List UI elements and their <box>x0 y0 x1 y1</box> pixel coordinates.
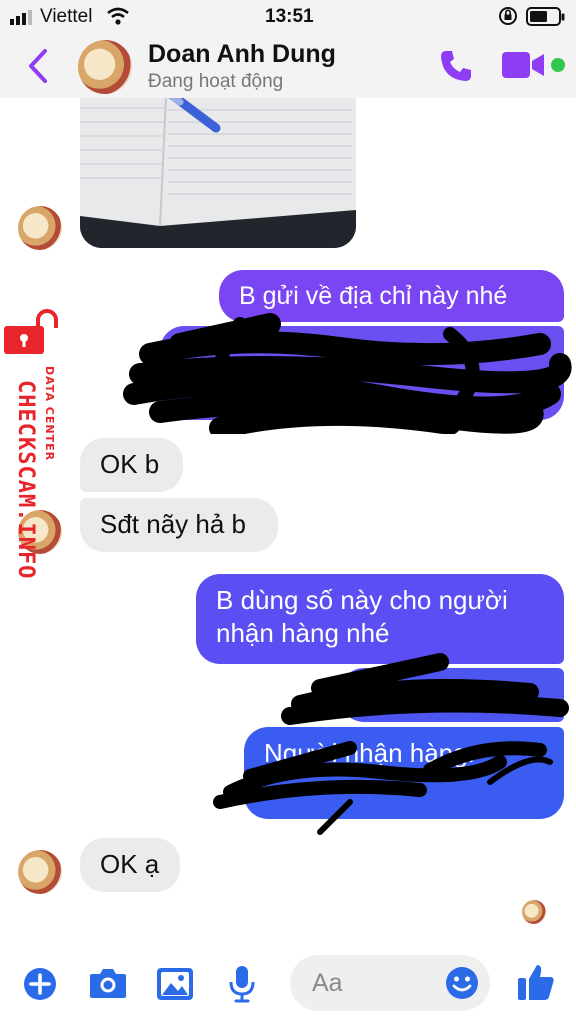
contact-name[interactable]: Doan Anh Dung <box>148 40 336 69</box>
signal-icon <box>10 10 32 25</box>
camera-icon[interactable] <box>88 964 128 1002</box>
contact-avatar-small <box>18 206 62 250</box>
battery-icon <box>526 7 565 26</box>
plus-icon[interactable] <box>22 966 58 1002</box>
redaction-scribble <box>123 313 572 434</box>
message-input[interactable]: Aa <box>290 955 490 1011</box>
wifi-icon <box>107 7 129 25</box>
seen-receipt-avatar <box>522 900 546 924</box>
message-input-placeholder: Aa <box>312 969 343 997</box>
video-call-icon[interactable] <box>500 50 566 80</box>
message-received[interactable]: OK ạ <box>80 838 180 892</box>
microphone-icon[interactable] <box>228 964 256 1004</box>
back-arrow-icon[interactable] <box>26 48 50 84</box>
contact-avatar-small <box>18 850 62 894</box>
notebook-photo <box>80 98 356 248</box>
contact-status: Đang hoạt động <box>148 71 284 92</box>
shared-photo[interactable] <box>80 98 356 248</box>
watermark-label: DATA CENTER <box>43 366 56 462</box>
watermark: CHECKSCAM.INFO DATA CENTER <box>4 308 60 598</box>
message-text: B dùng số này cho người nhận hàng nhé <box>216 585 508 648</box>
message-text: OK b <box>100 449 160 479</box>
phone-call-icon[interactable] <box>438 48 474 84</box>
padlock-icon <box>4 309 58 354</box>
message-text: Sđt nãy hả b <box>100 509 246 539</box>
status-bar: Viettel 13:51 <box>0 0 576 34</box>
emoji-icon[interactable] <box>444 965 480 1001</box>
rotation-lock-icon <box>499 7 517 25</box>
like-thumbs-up-icon[interactable] <box>516 962 556 1002</box>
message-text: OK ạ <box>100 849 160 879</box>
message-received[interactable]: Sđt nãy hả b <box>80 498 278 552</box>
carrier-name: Viettel <box>40 6 93 27</box>
redaction-scribble <box>213 653 569 835</box>
message-sent[interactable]: B dùng số này cho người nhận hàng nhé <box>196 574 564 664</box>
conversation-header: Doan Anh Dung Đang hoạt động <box>0 34 576 98</box>
photo-gallery-icon[interactable] <box>156 966 194 1002</box>
watermark-site: CHECKSCAM.INFO <box>13 380 38 580</box>
contact-avatar[interactable] <box>78 40 132 94</box>
clock: 13:51 <box>265 6 314 27</box>
message-received[interactable]: OK b <box>80 438 183 492</box>
